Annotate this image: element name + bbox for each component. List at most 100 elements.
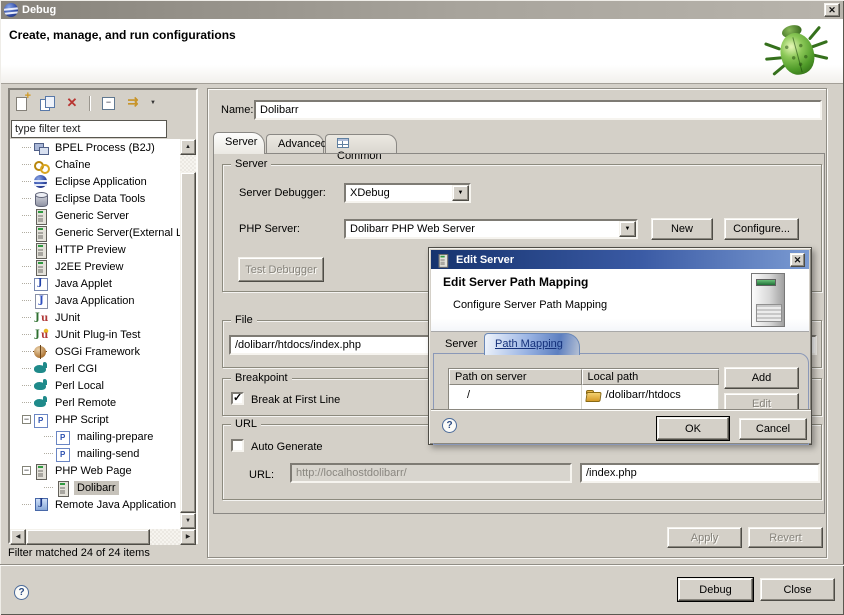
server-debugger-label: Server Debugger: — [239, 187, 326, 199]
horizontal-scroll-thumb[interactable] — [26, 529, 150, 545]
server-debugger-select[interactable]: XDebug ▼ — [344, 183, 471, 203]
duplicate-icon[interactable] — [37, 94, 57, 112]
tree-item-eclipse-data-tools[interactable]: Eclipse Data Tools — [10, 190, 180, 207]
tab-advanced[interactable]: Advanced — [266, 134, 324, 154]
php-icon — [55, 446, 71, 462]
revert-button[interactable]: Revert — [748, 527, 823, 548]
tree-item-java-applet[interactable]: Java Applet — [10, 275, 180, 292]
table-row[interactable]: / /dolibarr/htdocs — [449, 385, 719, 405]
expander-minus-icon[interactable]: − — [22, 466, 31, 475]
tree-item-label: Perl Local — [52, 379, 107, 393]
close-button[interactable]: Close — [760, 578, 835, 601]
close-window-icon[interactable]: ✕ — [824, 3, 840, 17]
tree-connector — [22, 504, 31, 505]
break-at-first-line-checkbox[interactable]: ✓ — [231, 392, 244, 405]
tree-connector — [22, 283, 31, 284]
window-titlebar: Debug ✕ — [1, 1, 843, 19]
configure-button[interactable]: Configure... — [724, 218, 799, 240]
tree-item-remote-java-application[interactable]: Remote Java Application — [10, 496, 180, 513]
cell-path-on-server: / — [449, 385, 582, 405]
dialog-help-icon[interactable]: ? — [442, 418, 457, 433]
tree-item-mailing-send[interactable]: mailing-send — [10, 445, 180, 462]
tree-connector — [22, 334, 31, 335]
local-path-text: /dolibarr/htdocs — [606, 389, 681, 401]
auto-generate-checkbox[interactable] — [231, 439, 244, 452]
column-local-path[interactable]: Local path — [582, 369, 719, 385]
tree-item-cha-ne[interactable]: Chaîne — [10, 156, 180, 173]
tree-connector — [22, 368, 31, 369]
tree-item-label: Eclipse Data Tools — [52, 192, 148, 206]
expander-minus-icon[interactable]: − — [22, 415, 31, 424]
filter-icon[interactable]: ⇉ — [123, 94, 143, 112]
database-icon — [33, 191, 49, 207]
dialog-tab-server[interactable]: Server — [435, 335, 487, 354]
tree-item-junit[interactable]: JUnit — [10, 309, 180, 326]
chevron-down-icon[interactable]: ▼ — [619, 221, 636, 237]
tree-item-osgi-framework[interactable]: OSGi Framework — [10, 343, 180, 360]
add-button[interactable]: Add — [724, 367, 799, 389]
url-path-input[interactable] — [580, 463, 820, 483]
name-input[interactable] — [254, 100, 822, 120]
apply-button[interactable]: Apply — [667, 527, 742, 548]
dialog-tab-path-mapping[interactable]: Path Mapping — [484, 333, 580, 355]
tree-item-php-web-page[interactable]: −PHP Web Page — [10, 462, 180, 479]
url-base-input[interactable] — [290, 463, 572, 483]
tree-item-generic-server-external-la[interactable]: Generic Server(External La — [10, 224, 180, 241]
debug-button[interactable]: Debug — [678, 578, 753, 601]
tree-item-php-script[interactable]: −PHP Script — [10, 411, 180, 428]
delete-icon[interactable]: ✕ — [62, 94, 82, 112]
menu-caret-icon[interactable]: ▼ — [148, 94, 158, 112]
vertical-scroll-thumb[interactable] — [180, 172, 196, 513]
scroll-right-icon[interactable]: ▶ — [180, 529, 196, 545]
tree-item-perl-cgi[interactable]: Perl CGI — [10, 360, 180, 377]
tree-item-mailing-prepare[interactable]: mailing-prepare — [10, 428, 180, 445]
name-label: Name: — [221, 104, 253, 116]
test-debugger-button[interactable]: Test Debugger — [238, 257, 324, 282]
tree-item-bpel-process-b2j[interactable]: BPEL Process (B2J) — [10, 139, 180, 156]
tree-item-label: J2EE Preview — [52, 260, 126, 274]
tree-item-eclipse-application[interactable]: Eclipse Application — [10, 173, 180, 190]
column-path-on-server[interactable]: Path on server — [449, 369, 582, 385]
help-icon[interactable]: ? — [14, 585, 29, 600]
php-server-select[interactable]: Dolibarr PHP Web Server ▼ — [344, 219, 638, 239]
tree-item-perl-remote[interactable]: Perl Remote — [10, 394, 180, 411]
tree-item-label: mailing-send — [74, 447, 142, 461]
new-button[interactable]: New — [651, 218, 713, 240]
new-configuration-icon[interactable] — [12, 94, 32, 112]
configurations-toolbar: ✕ ⇉ ▼ — [12, 93, 158, 113]
chevron-down-icon[interactable]: ▼ — [452, 185, 469, 201]
tree-item-label: HTTP Preview — [52, 243, 129, 257]
collapse-all-icon[interactable] — [98, 94, 118, 112]
tree-connector — [22, 385, 31, 386]
tree-item-http-preview[interactable]: HTTP Preview — [10, 241, 180, 258]
eclipse-icon — [4, 3, 18, 17]
scroll-down-icon[interactable]: ▼ — [180, 513, 196, 529]
dialog-close-icon[interactable]: ✕ — [790, 253, 805, 267]
ok-button[interactable]: OK — [657, 417, 729, 440]
tree-connector — [22, 266, 31, 267]
server-icon — [33, 259, 49, 275]
tab-common[interactable]: Common — [325, 134, 397, 154]
tree-item-java-application[interactable]: Java Application — [10, 292, 180, 309]
cancel-button[interactable]: Cancel — [739, 418, 807, 440]
perl-icon — [33, 361, 49, 377]
tree-item-junit-plug-in-test[interactable]: JUnit Plug-in Test — [10, 326, 180, 343]
scroll-up-icon[interactable]: ▲ — [180, 139, 196, 155]
filter-input[interactable] — [11, 120, 167, 138]
tab-server[interactable]: Server — [213, 132, 265, 154]
tree-item-label: Eclipse Application — [52, 175, 150, 189]
table-icon — [337, 138, 349, 148]
chain-icon — [33, 157, 49, 173]
osgi-icon — [33, 344, 49, 360]
server-icon — [55, 480, 71, 496]
tree-connector — [22, 215, 31, 216]
breakpoint-group-legend: Breakpoint — [231, 372, 292, 384]
tree-item-dolibarr[interactable]: Dolibarr — [10, 479, 180, 496]
scroll-left-icon[interactable]: ◀ — [10, 529, 26, 545]
tree-item-perl-local[interactable]: Perl Local — [10, 377, 180, 394]
tree-item-j2ee-preview[interactable]: J2EE Preview — [10, 258, 180, 275]
tree-connector — [22, 402, 31, 403]
tree-item-generic-server[interactable]: Generic Server — [10, 207, 180, 224]
tree-item-label: Java Application — [52, 294, 138, 308]
tree-item-label: Java Applet — [52, 277, 115, 291]
